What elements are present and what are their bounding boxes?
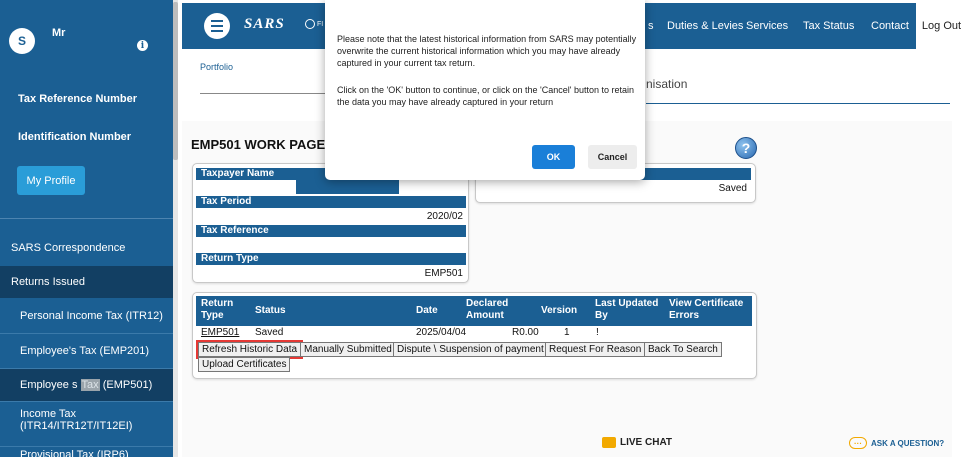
nav-link-partial[interactable]: s (648, 20, 654, 32)
col-return-type: Return Type (201, 298, 234, 321)
row-status: Saved (255, 327, 284, 338)
request-for-reason-button[interactable]: Request For Reason (545, 342, 646, 357)
sidebar: S Mr i Tax Reference Number Identificati… (0, 0, 173, 457)
row-version: 1 (564, 327, 570, 338)
emp501-label-end: (EMP501) (99, 379, 153, 391)
live-chat-link[interactable]: LIVE CHAT (602, 437, 672, 448)
help-icon[interactable]: ? (735, 137, 757, 159)
back-to-search-button[interactable]: Back To Search (644, 342, 722, 357)
sidebar-divider (0, 218, 173, 219)
tax-period-header: Tax Period (196, 196, 466, 208)
sidebar-item-returns-issued[interactable]: Returns Issued (0, 266, 173, 298)
col-status: Status (255, 305, 286, 316)
col-version: Version (541, 305, 578, 316)
income-tax-line2: (ITR14/ITR12T/IT12EI) (20, 419, 133, 432)
organisation-text: nisation (646, 77, 688, 91)
nav-link-services[interactable]: Services (746, 20, 788, 32)
sidebar-item-income-tax[interactable]: Income Tax (ITR14/ITR12T/IT12EI) (0, 401, 173, 437)
emp501-label-start: Employee s (20, 379, 81, 391)
row-date: 2025/04/04 (416, 327, 467, 338)
sars-logo[interactable]: SARS (244, 16, 285, 33)
status-value: Saved (718, 183, 747, 194)
row-updated-by: ! (596, 327, 599, 338)
organisation-underline (646, 103, 950, 104)
emp501-label-highlight: Tax (80, 379, 100, 391)
dispute-suspension-button[interactable]: Dispute \ Suspension of payment (393, 342, 548, 357)
col-last-updated: Last Updated By (595, 298, 659, 321)
nav-link-duties[interactable]: Duties & Levies (667, 20, 743, 32)
return-type-header: Return Type (196, 253, 466, 265)
breadcrumb[interactable]: Portfolio (200, 62, 233, 72)
col-view-certificate: View Certificate Errors (669, 298, 744, 321)
ok-button[interactable]: OK (532, 145, 575, 169)
speech-bubble-icon: ··· (849, 437, 867, 449)
chat-icon (602, 437, 616, 448)
row-amount: R0.00 (512, 327, 539, 338)
confirm-dialog: Please note that the latest historical i… (325, 0, 645, 180)
refresh-historic-data-button[interactable]: Refresh Historic Data (195, 340, 304, 359)
sidebar-item-emp201[interactable]: Employee's Tax (EMP201) (0, 333, 173, 368)
info-icon[interactable]: i (137, 40, 148, 51)
logo-text-fragment: FI (317, 21, 324, 28)
nav-link-contact[interactable]: Contact (871, 20, 909, 32)
upload-certificates-button[interactable]: Upload Certificates (198, 357, 291, 372)
breadcrumb-underline (200, 93, 328, 94)
cancel-button[interactable]: Cancel (588, 145, 637, 169)
tax-reference-header: Tax Reference (196, 225, 466, 237)
row-return-type[interactable]: EMP501 (201, 327, 239, 338)
taxpayer-name-redacted (296, 180, 399, 194)
avatar[interactable]: S (9, 28, 35, 54)
live-chat-label: LIVE CHAT (620, 437, 673, 448)
sidebar-item-correspondence[interactable]: SARS Correspondence (0, 235, 173, 261)
tax-reference-label: Tax Reference Number (18, 93, 138, 105)
scrollbar-thumb[interactable] (173, 2, 178, 160)
user-block: S Mr i (0, 0, 173, 70)
identification-label: Identification Number (18, 131, 132, 143)
nav-link-tax-status[interactable]: Tax Status (803, 20, 854, 32)
sidebar-scrollbar[interactable] (173, 0, 178, 457)
ask-question-link[interactable]: ··· ASK A QUESTION? (849, 437, 944, 449)
user-name: Mr (52, 27, 66, 39)
menu-icon[interactable] (204, 13, 230, 39)
sidebar-item-provisional[interactable]: Provisional Tax (IRP6) (0, 446, 173, 457)
logout-button[interactable]: Log Out (916, 3, 967, 49)
sidebar-item-emp501[interactable]: Employee s Tax (EMP501) (0, 368, 173, 401)
col-date: Date (416, 305, 438, 316)
globe-icon (305, 19, 315, 29)
income-tax-line1: Income Tax (20, 407, 77, 420)
manually-submitted-button[interactable]: Manually Submitted (300, 342, 396, 357)
col-declared-amount: Declared Amount (466, 298, 509, 321)
return-type-value: EMP501 (424, 268, 463, 279)
sidebar-item-itr12[interactable]: Personal Income Tax (ITR12) (0, 298, 173, 333)
dialog-message: Please note that the latest historical i… (337, 34, 637, 68)
dialog-instruction: Click on the 'OK' button to continue, or… (337, 85, 635, 107)
ask-question-label: ASK A QUESTION? (871, 438, 945, 448)
tax-period-value: 2020/02 (426, 211, 463, 222)
my-profile-button[interactable]: My Profile (17, 166, 85, 195)
page-title: EMP501 WORK PAGE (191, 137, 326, 152)
